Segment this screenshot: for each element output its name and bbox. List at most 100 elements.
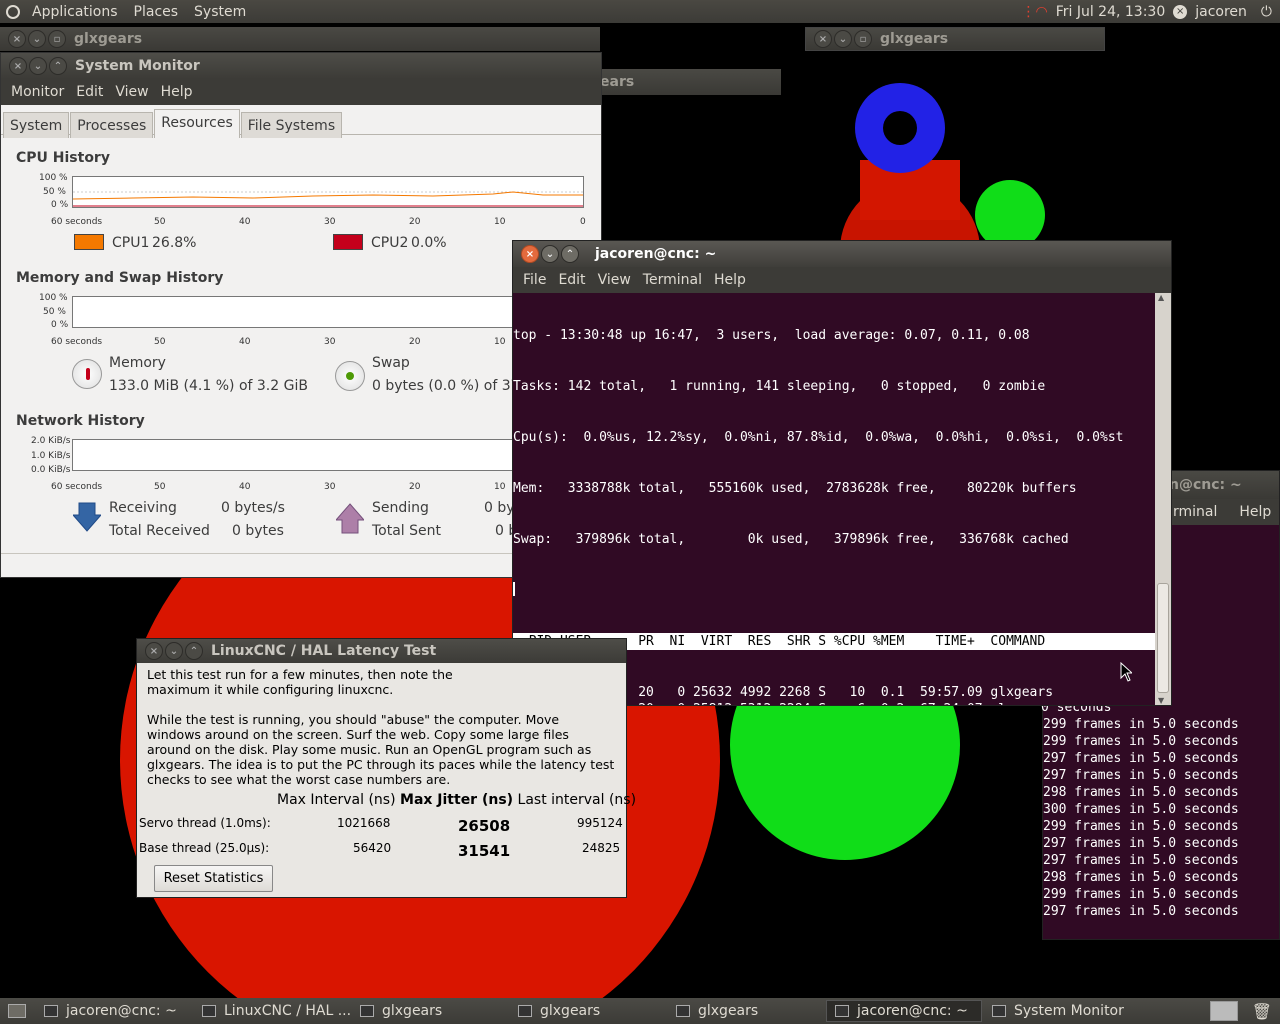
scroll-up-icon[interactable]: ▲	[1158, 293, 1164, 302]
x-tick: 10	[494, 337, 506, 347]
maximize-icon[interactable]: ⌃	[49, 57, 67, 75]
minimize-icon[interactable]: ⌄	[29, 57, 47, 75]
menu-file[interactable]: File	[519, 272, 550, 288]
scrollbar-thumb[interactable]	[1157, 583, 1169, 693]
output-line: 299 frames in 5.0 seconds	[1043, 734, 1239, 749]
servo-max-jitter: 26508	[458, 817, 511, 835]
x-tick: 50	[154, 482, 166, 492]
menu-help[interactable]: Help	[157, 84, 197, 100]
output-line: 300 frames in 5.0 seconds	[1043, 802, 1239, 817]
minimize-icon[interactable]: ⌄	[165, 642, 183, 660]
taskbar-item-label: jacoren@cnc: ~	[857, 1003, 968, 1019]
user-name[interactable]: jacoren	[1195, 4, 1247, 20]
menu-edit[interactable]: Edit	[72, 84, 107, 100]
instructions-paragraph-2: While the test is running, you should "a…	[147, 712, 615, 787]
minimize-icon[interactable]: ⌄	[834, 30, 852, 48]
memory-pie-icon[interactable]	[72, 359, 102, 389]
base-max-jitter: 31541	[458, 842, 511, 860]
x-tick: 60 seconds	[51, 337, 103, 347]
output-line: 297 frames in 5.0 seconds	[1043, 751, 1239, 766]
total-received-value: 0 bytes	[232, 523, 284, 539]
ubuntu-logo-icon[interactable]	[6, 4, 20, 19]
taskbar-item[interactable]: LinuxCNC / HAL ...	[194, 1000, 350, 1022]
glxgears-window-1[interactable]: × ⌄ ▫ glxgears	[0, 27, 600, 51]
x-tick: 40	[239, 217, 251, 227]
menu-view[interactable]: View	[111, 84, 152, 100]
menu-terminal[interactable]: Terminal	[639, 272, 706, 288]
tab-file-systems[interactable]: File Systems	[240, 112, 343, 138]
window-title: glxgears	[74, 31, 143, 47]
workspace-switcher[interactable]	[1210, 1001, 1238, 1021]
taskbar-item[interactable]: glxgears	[510, 1000, 666, 1022]
power-icon[interactable]: ⏻	[1261, 4, 1272, 20]
trash-icon[interactable]: 🗑	[1252, 1002, 1272, 1021]
taskbar-item[interactable]: System Monitor	[984, 1000, 1140, 1022]
close-icon[interactable]: ×	[9, 57, 27, 75]
output-line: 298 frames in 5.0 seconds	[1043, 785, 1239, 800]
cpu-history-title: CPU History	[16, 150, 110, 166]
maximize-icon[interactable]: ▫	[854, 30, 872, 48]
memory-history-title: Memory and Swap History	[16, 270, 224, 286]
menu-terminal[interactable]: rminal	[1169, 504, 1221, 520]
top-summary-line: Swap: 379896k total, 0k used, 379896k fr…	[513, 532, 1069, 547]
divider	[1, 553, 601, 554]
cpu2-color-swatch[interactable]	[333, 234, 363, 250]
minimize-icon[interactable]: ⌄	[541, 245, 559, 263]
window-list: jacoren@cnc: ~ LinuxCNC / HAL ... glxgears…	[36, 1000, 1142, 1022]
receiving-arrow-icon[interactable]	[73, 501, 101, 533]
scrollbar[interactable]: ▲ ▼	[1155, 293, 1171, 705]
tab-system[interactable]: System	[3, 112, 70, 138]
cursor-line	[513, 582, 1155, 599]
cpu-graph	[72, 176, 584, 208]
tab-resources[interactable]: Resources	[154, 109, 240, 138]
menu-view[interactable]: View	[594, 272, 635, 288]
network-icon[interactable]: ⋮◠	[1021, 4, 1047, 20]
servo-max-interval: 1021668	[337, 816, 391, 830]
swap-pie-icon[interactable]	[335, 361, 365, 391]
menu-help[interactable]: Help	[710, 272, 750, 288]
bottom-panel: jacoren@cnc: ~ LinuxCNC / HAL ... glxgears…	[0, 998, 1280, 1024]
maximize-icon[interactable]: ▫	[48, 30, 66, 48]
maximize-icon[interactable]: ⌃	[561, 245, 579, 263]
y-tick: 1.0 KiB/s	[31, 451, 71, 461]
taskbar-item[interactable]: glxgears	[352, 1000, 508, 1022]
taskbar-item-label: glxgears	[382, 1003, 443, 1019]
menu-applications[interactable]: Applications	[28, 4, 122, 20]
taskbar-item[interactable]: glxgears	[668, 1000, 824, 1022]
taskbar-item-label: jacoren@cnc: ~	[66, 1003, 177, 1019]
menu-system[interactable]: System	[190, 4, 250, 20]
top-panel: Applications Places System ⋮◠ Fri Jul 24…	[0, 0, 1280, 23]
x-tick: 20	[409, 482, 421, 492]
tab-processes[interactable]: Processes	[70, 112, 154, 138]
x-tick: 60 seconds	[51, 217, 103, 227]
menu-help[interactable]: Help	[1235, 504, 1275, 520]
latency-test-window[interactable]: × ⌄ ⌃ LinuxCNC / HAL Latency Test Let this…	[136, 638, 636, 898]
menu-places[interactable]: Places	[130, 4, 183, 20]
scroll-down-icon[interactable]: ▼	[1158, 696, 1164, 705]
window-icon	[202, 1005, 216, 1017]
glxgears-window-2[interactable]: × ⌄ ▫ glxgears	[805, 27, 1105, 51]
cpu1-color-swatch[interactable]	[74, 234, 104, 250]
minimize-icon[interactable]: ⌄	[28, 30, 46, 48]
close-icon[interactable]: ×	[521, 245, 539, 263]
glxgears-window-3-titlebar[interactable]: ears	[600, 69, 781, 95]
terminal-window[interactable]: × ⌄ ⌃ jacoren@cnc: ~ File Edit View Termin…	[512, 240, 1172, 706]
menu-monitor[interactable]: Monitor	[7, 84, 68, 100]
col-last-interval: Last interval (ns)	[517, 792, 637, 808]
close-icon[interactable]: ×	[814, 30, 832, 48]
close-icon[interactable]: ×	[8, 30, 26, 48]
output-line: 298 frames in 5.0 seconds	[1043, 870, 1239, 885]
menu-edit[interactable]: Edit	[554, 272, 589, 288]
reset-statistics-button[interactable]: Reset Statistics	[154, 865, 273, 892]
output-line: 297 frames in 5.0 seconds	[1043, 904, 1239, 919]
sending-arrow-icon[interactable]	[336, 503, 364, 535]
show-desktop-icon[interactable]	[8, 1004, 26, 1018]
top-summary-line: Tasks: 142 total, 1 running, 141 sleepin…	[513, 379, 1046, 394]
clock[interactable]: Fri Jul 24, 13:30	[1056, 4, 1166, 20]
taskbar-item-label: glxgears	[540, 1003, 601, 1019]
close-icon[interactable]: ×	[145, 642, 163, 660]
maximize-icon[interactable]: ⌃	[185, 642, 203, 660]
taskbar-item[interactable]: jacoren@cnc: ~	[826, 1000, 982, 1022]
output-line: 297 frames in 5.0 seconds	[1043, 853, 1239, 868]
taskbar-item[interactable]: jacoren@cnc: ~	[36, 1000, 192, 1022]
